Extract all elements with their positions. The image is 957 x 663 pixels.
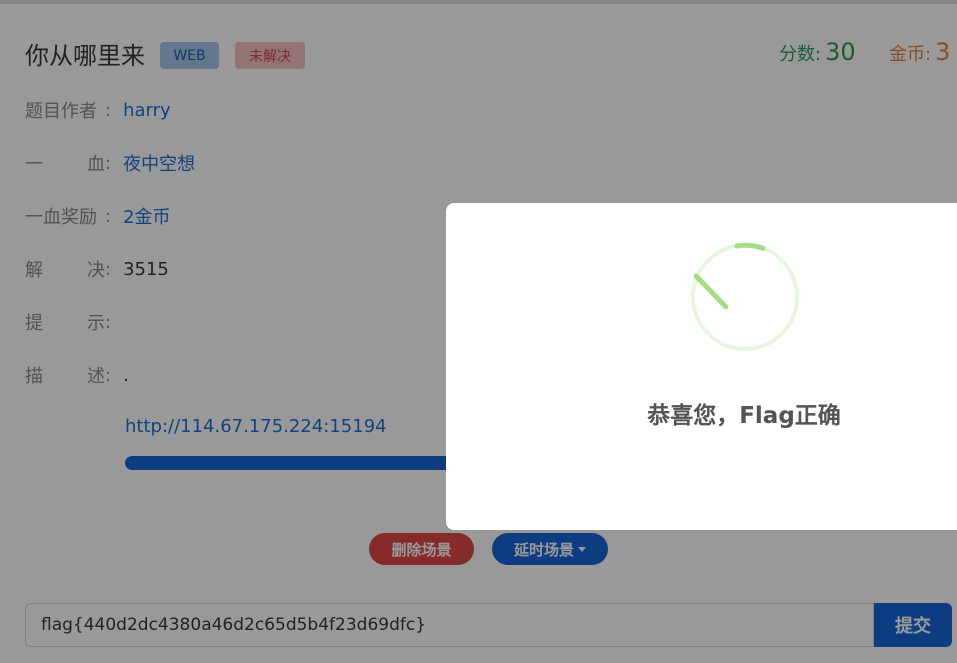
modal-message: 恭喜您，Flag正确 (647, 403, 841, 429)
success-spinner-icon (691, 242, 799, 351)
success-modal: 恭喜您，Flag正确 (446, 203, 957, 530)
